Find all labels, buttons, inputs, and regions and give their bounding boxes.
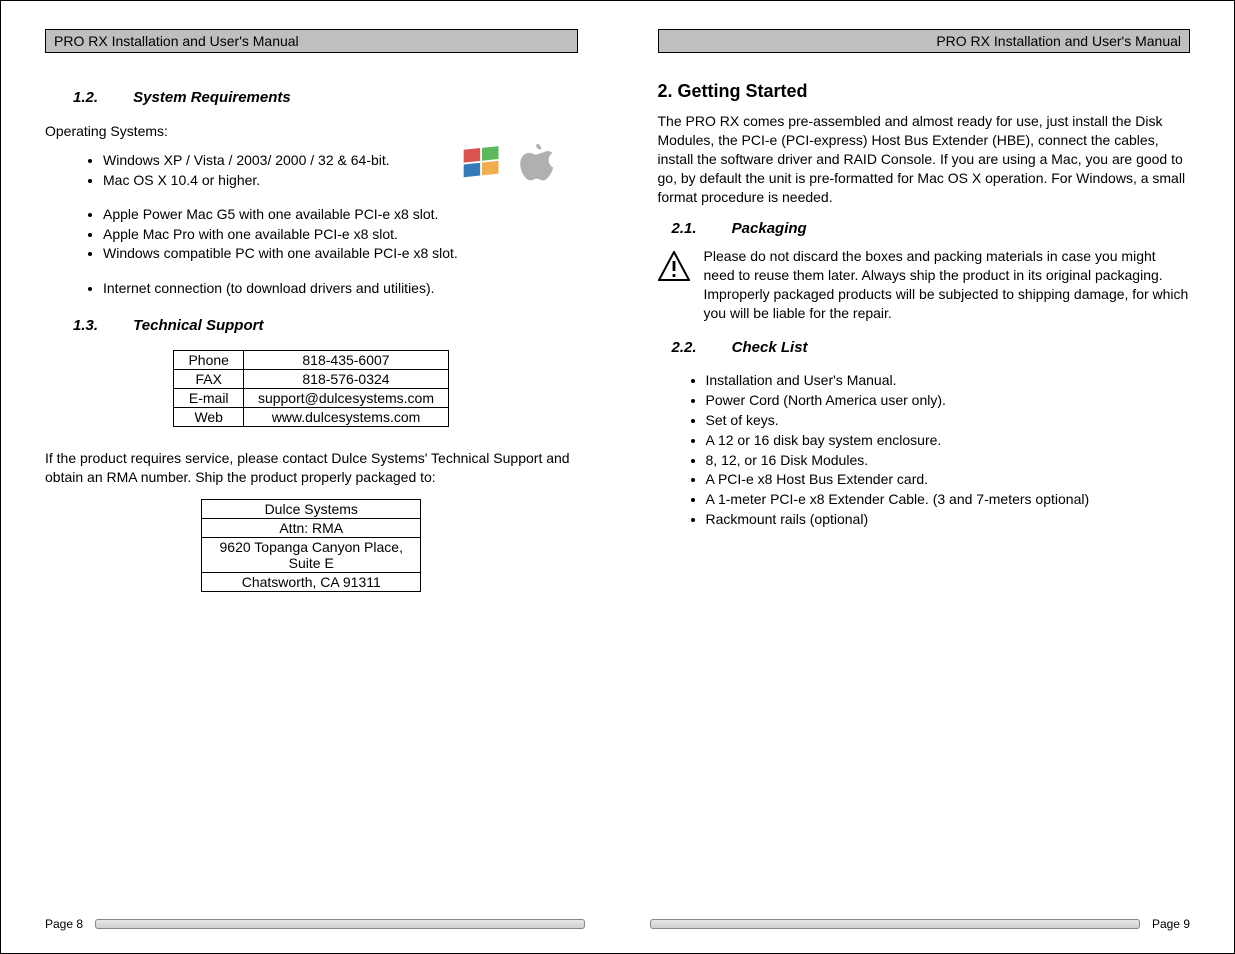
right-page: PRO RX Installation and User's Manual 2.… bbox=[618, 29, 1235, 943]
os-requirements-block: Windows XP / Vista / 2003/ 2000 / 32 & 6… bbox=[45, 147, 578, 200]
section-title: Packaging bbox=[732, 220, 807, 237]
list-item: A PCI-e x8 Host Bus Extender card. bbox=[706, 470, 1191, 489]
section-number: 2.1. bbox=[672, 220, 728, 237]
address-line: Chatsworth, CA 91311 bbox=[202, 573, 421, 592]
footer-decor-bar bbox=[650, 919, 1140, 929]
packaging-paragraph: Please do not discard the boxes and pack… bbox=[704, 247, 1191, 323]
list-item: Installation and User's Manual. bbox=[706, 371, 1191, 390]
contact-label: Phone bbox=[174, 351, 243, 370]
contact-label: FAX bbox=[174, 370, 243, 389]
packaging-block: Please do not discard the boxes and pack… bbox=[658, 247, 1191, 323]
table-row: 9620 Topanga Canyon Place, Suite E bbox=[202, 538, 421, 573]
section-1-2-heading: 1.2. System Requirements bbox=[73, 89, 578, 106]
section-title: System Requirements bbox=[133, 89, 291, 106]
list-item: A 1-meter PCI-e x8 Extender Cable. (3 an… bbox=[706, 490, 1191, 509]
list-item: Apple Power Mac G5 with one available PC… bbox=[103, 205, 578, 224]
contact-value: 818-435-6007 bbox=[243, 351, 448, 370]
list-item: 8, 12, or 16 Disk Modules. bbox=[706, 451, 1191, 470]
chapter-2-heading: 2. Getting Started bbox=[658, 81, 1191, 102]
rma-paragraph: If the product requires service, please … bbox=[45, 449, 578, 487]
table-row: Attn: RMA bbox=[202, 519, 421, 538]
table-row: Dulce Systems bbox=[202, 500, 421, 519]
address-line: 9620 Topanga Canyon Place, Suite E bbox=[202, 538, 421, 573]
apple-logo-icon bbox=[512, 141, 556, 190]
footer-right: Page 9 bbox=[650, 917, 1190, 931]
list-item: A 12 or 16 disk bay system enclosure. bbox=[706, 431, 1191, 450]
section-number: 2.2. bbox=[672, 339, 728, 356]
document-spread: PRO RX Installation and User's Manual 1.… bbox=[0, 0, 1235, 954]
section-number: 1.3. bbox=[73, 317, 129, 334]
section-2-1-heading: 2.1. Packaging bbox=[672, 220, 1191, 237]
checklist: Installation and User's Manual. Power Co… bbox=[658, 370, 1191, 530]
section-2-2-heading: 2.2. Check List bbox=[672, 339, 1191, 356]
contact-value: www.dulcesystems.com bbox=[243, 408, 448, 427]
list-item: Power Cord (North America user only). bbox=[706, 391, 1191, 410]
network-list: Internet connection (to download drivers… bbox=[45, 278, 578, 299]
list-item: Rackmount rails (optional) bbox=[706, 510, 1191, 529]
section-number: 1.2. bbox=[73, 89, 129, 106]
header-bar-right: PRO RX Installation and User's Manual bbox=[658, 29, 1191, 53]
list-item: Apple Mac Pro with one available PCI-e x… bbox=[103, 225, 578, 244]
section-1-3-heading: 1.3. Technical Support bbox=[73, 317, 578, 334]
page-number-right: Page 9 bbox=[1152, 917, 1190, 931]
page-number-left: Page 8 bbox=[45, 917, 83, 931]
hardware-list: Apple Power Mac G5 with one available PC… bbox=[45, 204, 578, 265]
address-line: Dulce Systems bbox=[202, 500, 421, 519]
footer-decor-bar bbox=[95, 919, 585, 929]
list-item: Windows compatible PC with one available… bbox=[103, 244, 578, 263]
address-table: Dulce Systems Attn: RMA 9620 Topanga Can… bbox=[201, 499, 421, 592]
table-row: Webwww.dulcesystems.com bbox=[174, 408, 449, 427]
contact-value: 818-576-0324 bbox=[243, 370, 448, 389]
list-item: Set of keys. bbox=[706, 411, 1191, 430]
contact-value: support@dulcesystems.com bbox=[243, 389, 448, 408]
windows-logo-icon bbox=[460, 141, 504, 190]
left-page: PRO RX Installation and User's Manual 1.… bbox=[1, 29, 618, 943]
contact-label: E-mail bbox=[174, 389, 243, 408]
intro-paragraph: The PRO RX comes pre-assembled and almos… bbox=[658, 112, 1191, 206]
header-bar-left: PRO RX Installation and User's Manual bbox=[45, 29, 578, 53]
list-item: Internet connection (to download drivers… bbox=[103, 279, 578, 298]
contact-label: Web bbox=[174, 408, 243, 427]
table-row: Chatsworth, CA 91311 bbox=[202, 573, 421, 592]
address-line: Attn: RMA bbox=[202, 519, 421, 538]
section-title: Technical Support bbox=[133, 317, 263, 334]
footer-left: Page 8 bbox=[45, 917, 585, 931]
os-label: Operating Systems: bbox=[45, 122, 578, 141]
section-title: Check List bbox=[732, 339, 808, 356]
table-row: FAX818-576-0324 bbox=[174, 370, 449, 389]
os-logos bbox=[460, 141, 556, 190]
table-row: Phone818-435-6007 bbox=[174, 351, 449, 370]
contact-table: Phone818-435-6007 FAX818-576-0324 E-mail… bbox=[173, 350, 449, 427]
warning-icon bbox=[658, 251, 690, 286]
table-row: E-mailsupport@dulcesystems.com bbox=[174, 389, 449, 408]
